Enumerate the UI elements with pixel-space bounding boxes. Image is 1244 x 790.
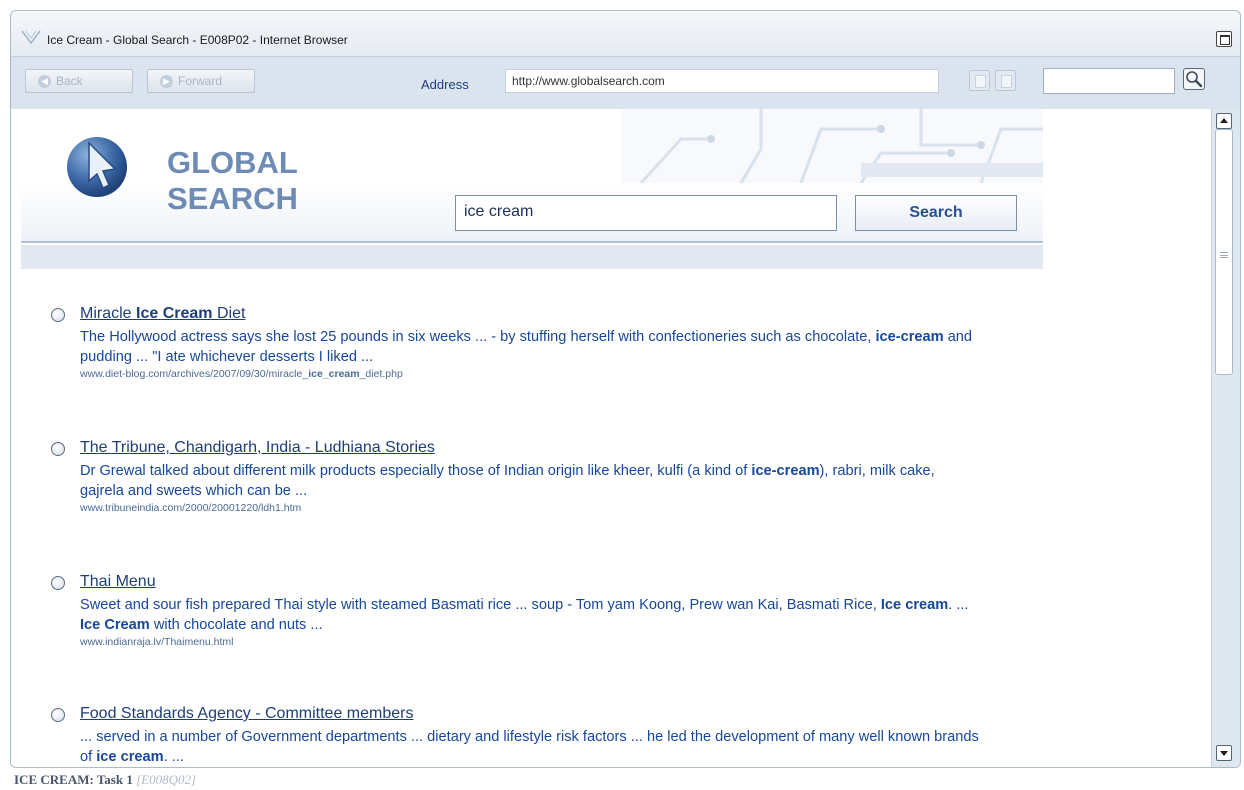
- result-radio-button[interactable]: [51, 576, 65, 590]
- toolbar: ◀ Back ▶ Forward Address http://www.glob…: [11, 57, 1240, 109]
- result-radio-button[interactable]: [51, 708, 65, 722]
- search-query-input[interactable]: ice cream: [455, 195, 837, 231]
- address-label: Address: [421, 77, 469, 92]
- cursor-globe-icon: [67, 137, 127, 197]
- browser-search-button[interactable]: [1183, 68, 1205, 90]
- result-snippet-highlight: Ice Cream: [80, 617, 150, 633]
- forward-button[interactable]: ▶ Forward: [147, 69, 255, 93]
- result-url-text: www.tribuneindia.com/2000/20001220/ldh1.…: [80, 502, 302, 514]
- result-snippet-text: with chocolate and nuts ...: [149, 617, 323, 633]
- browser-logo-icon: [21, 30, 41, 45]
- result-snippet: Dr Grewal talked about different milk pr…: [80, 461, 980, 501]
- result-title-link[interactable]: Thai Menu: [80, 573, 156, 591]
- scroll-down-icon[interactable]: [1216, 745, 1232, 761]
- circuit-decoration: [621, 109, 1043, 183]
- result-url-text: www.indianraja.lv/Thaimenu.html: [80, 636, 234, 648]
- logo-line-1: GLOBAL: [167, 145, 298, 180]
- result-radio-button[interactable]: [51, 442, 65, 456]
- result-snippet: Sweet and sour fish prepared Thai style …: [80, 595, 980, 635]
- result-radio-button[interactable]: [51, 308, 65, 322]
- maximize-button[interactable]: [1216, 31, 1232, 47]
- scroll-grip-icon: [1220, 252, 1228, 258]
- result-title-text: Diet: [212, 305, 246, 322]
- back-button[interactable]: ◀ Back: [25, 69, 133, 93]
- site-header: GLOBAL SEARCH ice cream Search: [21, 109, 1043, 243]
- browser-window: Ice Cream - Global Search - E008P02 - In…: [10, 10, 1241, 768]
- result-snippet-text: ... served in a number of Government dep…: [80, 729, 979, 765]
- result-title-link[interactable]: Miracle Ice Cream Diet: [80, 305, 245, 323]
- result-title-text: The Tribune, Chandigarh, India - Ludhian…: [80, 439, 435, 456]
- result-snippet: The Hollywood actress says she lost 25 p…: [80, 327, 980, 367]
- paste-icon[interactable]: [995, 70, 1016, 91]
- result-url: www.indianraja.lv/Thaimenu.html: [80, 636, 233, 648]
- result-title-highlight: Ice Cream: [136, 305, 213, 322]
- forward-button-label: Forward: [178, 74, 223, 88]
- result-url-text: _diet.php: [359, 368, 403, 380]
- task-code: [E008Q02]: [136, 772, 197, 787]
- vertical-scrollbar[interactable]: [1211, 109, 1240, 767]
- result-snippet-text: Dr Grewal talked about different milk pr…: [80, 463, 752, 479]
- result-snippet-highlight: ice-cream: [875, 329, 944, 345]
- window-title: Ice Cream - Global Search - E008P02 - In…: [47, 33, 348, 47]
- back-arrow-icon: ◀: [38, 74, 51, 88]
- search-button[interactable]: Search: [855, 195, 1017, 231]
- task-label: ICE CREAM: Task 1: [14, 772, 133, 787]
- scroll-up-icon[interactable]: [1216, 113, 1232, 129]
- result-snippet-highlight: Ice cream: [880, 597, 949, 613]
- result-title-link[interactable]: Food Standards Agency - Committee member…: [80, 705, 413, 723]
- result-title-text: Miracle: [80, 305, 137, 322]
- browser-search-input[interactable]: [1043, 68, 1175, 94]
- result-snippet: ... served in a number of Government dep…: [80, 727, 980, 767]
- site-logo-text: GLOBAL SEARCH: [167, 145, 298, 217]
- copy-icon[interactable]: [969, 70, 990, 91]
- result-url-text: www.diet-blog.com/archives/2007/09/30/mi…: [80, 368, 309, 380]
- back-button-label: Back: [56, 74, 83, 88]
- result-snippet-text: . ...: [163, 749, 184, 765]
- header-band: [21, 245, 1043, 269]
- result-snippet-highlight: ice cream: [96, 749, 164, 765]
- result-snippet-text: . ...: [948, 597, 969, 613]
- result-snippet-text: Sweet and sour fish prepared Thai style …: [80, 597, 881, 613]
- magnifier-icon: [1186, 71, 1203, 88]
- result-snippet-highlight: ice-cream: [751, 463, 820, 479]
- result-url: www.diet-blog.com/archives/2007/09/30/mi…: [80, 368, 403, 380]
- page-viewport: GLOBAL SEARCH ice cream Search Miracle I…: [11, 109, 1211, 767]
- address-input[interactable]: http://www.globalsearch.com: [505, 69, 939, 93]
- result-title-link[interactable]: The Tribune, Chandigarh, India - Ludhian…: [80, 439, 435, 457]
- result-title-text: Thai Menu: [80, 573, 156, 590]
- forward-arrow-icon: ▶: [160, 74, 173, 88]
- result-title-text: Food Standards Agency - Committee member…: [80, 705, 414, 722]
- result-url-highlight: ice_cream: [308, 368, 360, 380]
- logo-line-2: SEARCH: [167, 181, 298, 216]
- task-footer: ICE CREAM: Task 1 [E008Q02]: [14, 772, 196, 788]
- result-snippet-text: The Hollywood actress says she lost 25 p…: [80, 329, 876, 345]
- scroll-thumb[interactable]: [1215, 129, 1233, 375]
- title-bar: Ice Cream - Global Search - E008P02 - In…: [11, 11, 1240, 57]
- result-url: www.tribuneindia.com/2000/20001220/ldh1.…: [80, 502, 301, 514]
